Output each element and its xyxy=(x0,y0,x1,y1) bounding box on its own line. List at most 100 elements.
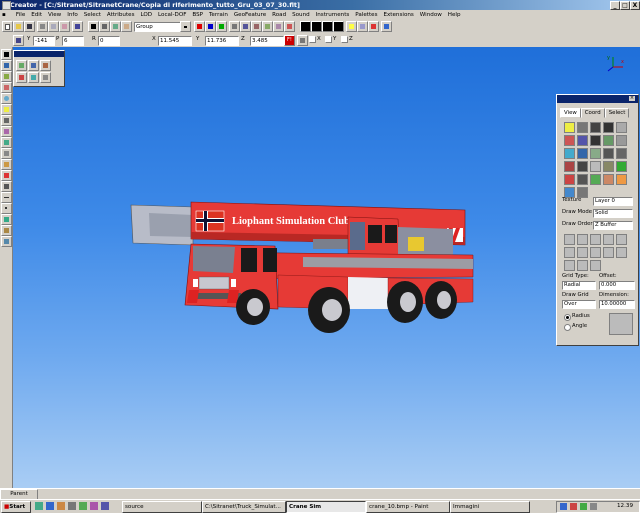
start-button[interactable]: ■Start xyxy=(1,501,31,513)
y-rot-field[interactable]: -141 xyxy=(33,36,55,46)
menu-terrain[interactable]: Terrain xyxy=(207,11,230,19)
quicklaunch-3-icon[interactable] xyxy=(57,502,65,510)
swatch-black-1-icon[interactable] xyxy=(300,21,311,32)
view-wire-icon[interactable] xyxy=(590,148,601,159)
view-a-icon[interactable] xyxy=(564,161,575,172)
quicklaunch-1-icon[interactable] xyxy=(35,502,43,510)
swatch-black-3-icon[interactable] xyxy=(322,21,333,32)
3d-viewport[interactable]: x y Liophant Simulation Club xyxy=(13,47,640,488)
view-b-icon[interactable] xyxy=(577,161,588,172)
hand-icon[interactable] xyxy=(121,21,132,32)
grid-cross-icon[interactable] xyxy=(609,313,633,335)
group-select[interactable]: Group xyxy=(134,22,182,32)
tool-poly-icon[interactable] xyxy=(1,71,12,82)
grid-c-icon[interactable] xyxy=(590,234,601,245)
view-g-icon[interactable] xyxy=(577,174,588,185)
task-crane-sim[interactable]: Crane Sim xyxy=(286,501,366,513)
paste-icon[interactable] xyxy=(59,21,70,32)
view-cam-icon[interactable] xyxy=(616,148,627,159)
view-person-icon[interactable] xyxy=(590,122,601,133)
menu-lod[interactable]: LOD xyxy=(138,11,154,19)
draw-order-select[interactable]: Z Buffer xyxy=(593,221,633,230)
r-rot-field[interactable]: 0 xyxy=(98,36,120,46)
undo-icon[interactable] xyxy=(72,21,83,32)
f-button[interactable]: F! xyxy=(284,35,295,46)
view-i-icon[interactable] xyxy=(603,174,614,185)
tool-rotate-icon[interactable] xyxy=(1,126,12,137)
tool-vertex-icon[interactable] xyxy=(1,60,12,71)
tool-sphere-icon[interactable] xyxy=(1,93,12,104)
group-select-arrow-icon[interactable] xyxy=(180,21,191,32)
tool-face-icon[interactable] xyxy=(1,82,12,93)
menu-sound[interactable]: Sound xyxy=(290,11,312,19)
tool-f-icon[interactable] xyxy=(284,21,295,32)
tool-color-icon[interactable] xyxy=(1,170,12,181)
draw-grid-select[interactable]: Over xyxy=(562,300,596,309)
tool-light-icon[interactable] xyxy=(1,104,12,115)
axis-z-checkbox[interactable] xyxy=(341,36,348,43)
grid-i-icon[interactable] xyxy=(603,247,614,258)
tab-coord[interactable]: Coord xyxy=(580,108,605,118)
mini-tool-4-icon[interactable] xyxy=(16,72,27,83)
tool-measure-icon[interactable] xyxy=(1,181,12,192)
zoom-icon[interactable] xyxy=(110,21,121,32)
menu-attributes[interactable]: Attributes xyxy=(105,11,137,19)
tray-3-icon[interactable] xyxy=(580,503,587,510)
view-3d-icon[interactable] xyxy=(616,122,627,133)
tool-e-icon[interactable] xyxy=(273,21,284,32)
view-j-icon[interactable] xyxy=(616,174,627,185)
tool-mirror-icon[interactable] xyxy=(1,236,12,247)
open-folder-icon[interactable] xyxy=(13,21,24,32)
tray-2-icon[interactable] xyxy=(570,503,577,510)
view-red-icon[interactable] xyxy=(564,135,575,146)
minimize-button[interactable]: _ xyxy=(610,1,620,10)
tab-view[interactable]: View xyxy=(560,108,581,118)
offset-field[interactable]: 0.000 xyxy=(599,281,635,290)
view-h-icon[interactable] xyxy=(590,174,601,185)
view-light-icon[interactable] xyxy=(564,122,575,133)
close-button[interactable]: X xyxy=(630,1,640,10)
grid-l-icon[interactable] xyxy=(577,260,588,271)
z-coord-field[interactable]: 3.485 xyxy=(250,36,284,46)
tab-select[interactable]: Select xyxy=(604,108,630,118)
view-c-icon[interactable] xyxy=(590,161,601,172)
axis-y-checkbox[interactable] xyxy=(325,36,332,43)
tool-point-icon[interactable] xyxy=(1,203,12,214)
maximize-button[interactable]: □ xyxy=(620,1,630,10)
menu-geofeature[interactable]: GeoFeature xyxy=(232,11,268,19)
texture-select[interactable]: Layer 0 xyxy=(593,197,633,206)
menu-info[interactable]: Info xyxy=(65,11,80,19)
color-red-icon[interactable] xyxy=(194,21,205,32)
copy-icon[interactable] xyxy=(48,21,59,32)
tool-cut-icon[interactable] xyxy=(1,148,12,159)
save-icon[interactable] xyxy=(24,21,35,32)
help-icon[interactable] xyxy=(381,21,392,32)
lock-icon[interactable] xyxy=(297,35,308,46)
task-truck-sim[interactable]: C:\Sitranet\Truck_Simulat... xyxy=(202,501,286,513)
view-grid-icon[interactable] xyxy=(577,122,588,133)
view-grey-icon[interactable] xyxy=(616,135,627,146)
tool-fill-icon[interactable] xyxy=(1,214,12,225)
quicklaunch-6-icon[interactable] xyxy=(90,502,98,510)
tray-4-icon[interactable] xyxy=(590,503,597,510)
view-e-icon[interactable] xyxy=(616,161,627,172)
grid-g-icon[interactable] xyxy=(577,247,588,258)
tool-select-icon[interactable] xyxy=(1,49,12,60)
view-blue-icon[interactable] xyxy=(577,135,588,146)
menu-doc-icon[interactable]: ▪ xyxy=(0,11,12,19)
menu-view[interactable]: View xyxy=(46,11,63,19)
menu-extensions[interactable]: Extensions xyxy=(381,11,415,19)
task-source[interactable]: source xyxy=(122,501,202,513)
grid-e-icon[interactable] xyxy=(616,234,627,245)
rotate-icon[interactable] xyxy=(13,35,24,46)
grid-f-icon[interactable] xyxy=(564,247,575,258)
grid-b-icon[interactable] xyxy=(577,234,588,245)
mini-tool-6-icon[interactable] xyxy=(40,72,51,83)
grid-h-icon[interactable] xyxy=(590,247,601,258)
menu-palettes[interactable]: Palettes xyxy=(353,11,379,19)
mini-tool-1-icon[interactable] xyxy=(16,60,27,71)
view-dark-icon[interactable] xyxy=(590,135,601,146)
menu-road[interactable]: Road xyxy=(270,11,288,19)
tool-extrude-icon[interactable] xyxy=(1,225,12,236)
tool-panel-titlebar[interactable] xyxy=(557,95,638,103)
